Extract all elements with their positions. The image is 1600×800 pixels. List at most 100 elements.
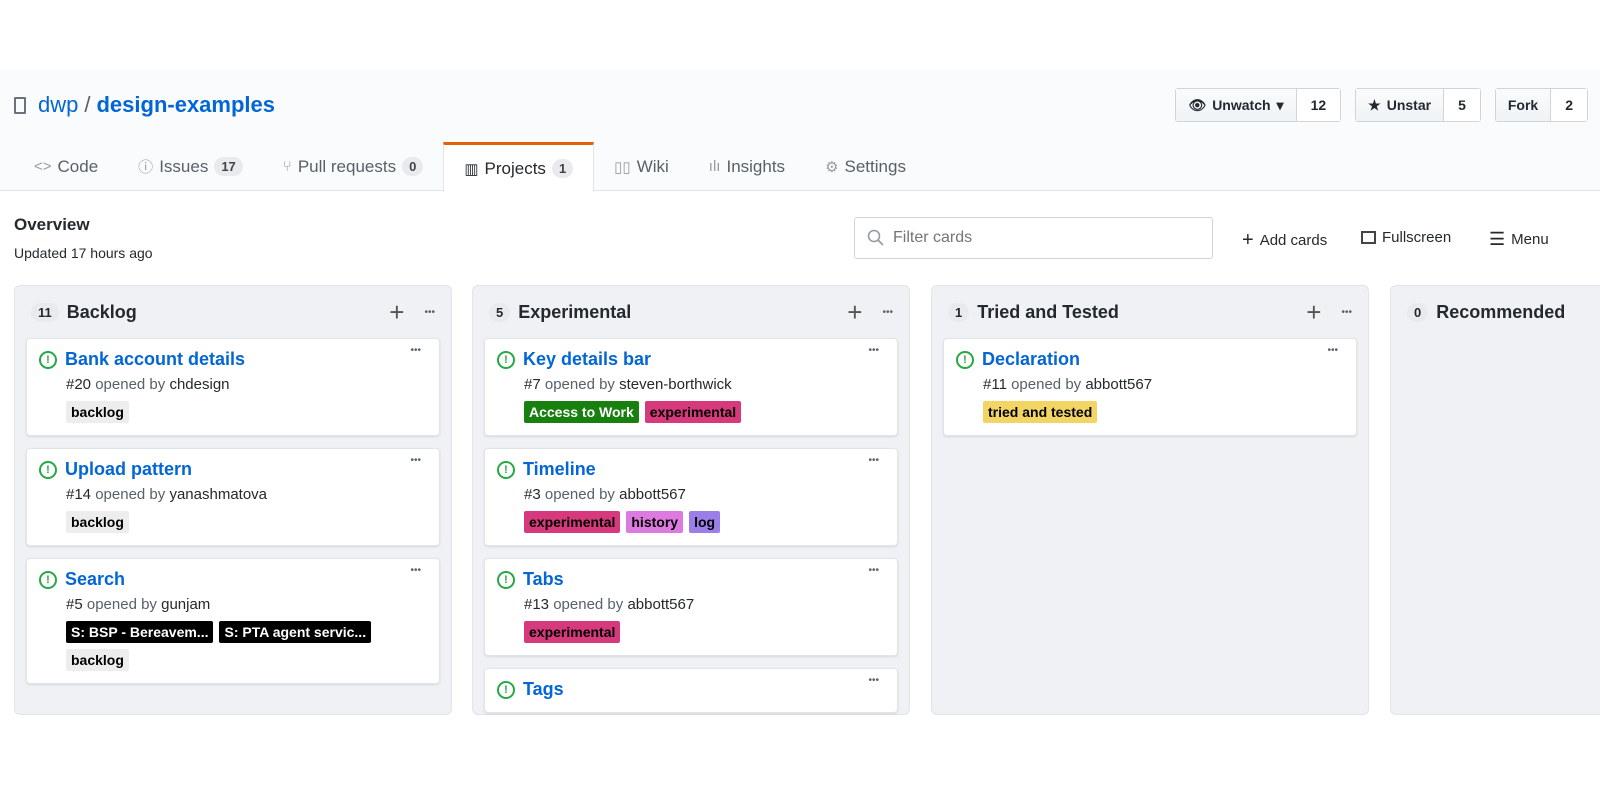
issue-card[interactable]: •••! Upload pattern #14 opened by yanashma… (26, 448, 440, 546)
tab-pull-requests[interactable]: ⑂ Pull requests 0 (263, 142, 444, 191)
label[interactable]: S: BSP - Bereavem... (66, 621, 214, 643)
unstar-button[interactable]: ★ Unstar (1356, 89, 1445, 121)
fork-count[interactable]: 2 (1551, 89, 1587, 121)
author-link[interactable]: steven-borthwick (619, 376, 732, 393)
issue-opened-icon: ! (497, 680, 515, 699)
card-title-row: ! Bank account details (39, 349, 425, 370)
author-link[interactable]: yanashmatova (169, 486, 267, 503)
column-menu-icon[interactable]: ••• (1341, 307, 1352, 318)
author-link[interactable]: abbott567 (627, 596, 694, 613)
tab-settings[interactable]: ⚙ Settings (805, 142, 926, 191)
card-title-link[interactable]: Tabs (523, 569, 564, 590)
card-menu-icon[interactable]: ••• (868, 455, 879, 466)
label-list: experimental (524, 621, 883, 643)
card-title-link[interactable]: Upload pattern (65, 459, 192, 480)
column-header: 0 Recommended (1391, 286, 1600, 338)
add-card-plus-icon[interactable]: + (847, 297, 862, 328)
repo-icon (14, 96, 26, 114)
repo-header: dwp / design-examples 👁 Unwatch ▾ 12 ★ Unstar… (0, 70, 1600, 192)
menu-button[interactable]: ☰ Menu (1489, 229, 1549, 250)
add-card-plus-icon[interactable]: + (389, 297, 404, 328)
label[interactable]: S: PTA agent servic... (219, 621, 372, 643)
tab-insights[interactable]: ılı Insights (689, 142, 805, 191)
author-link[interactable]: abbott567 (619, 486, 686, 503)
card-title-row: ! Declaration (956, 349, 1342, 370)
card-title-link[interactable]: Bank account details (65, 349, 245, 370)
column-count: 11 (31, 302, 59, 322)
opened-by-text: opened by (86, 596, 157, 613)
opened-by-text: opened by (553, 596, 624, 613)
filter-cards-field[interactable] (854, 217, 1213, 259)
tab-label: Insights (726, 156, 786, 176)
issue-opened-icon: ! (39, 460, 57, 479)
repo-name-link[interactable]: design-examples (96, 92, 275, 118)
issue-card[interactable]: •••! Tags (484, 668, 898, 713)
hamburger-icon: ☰ (1489, 229, 1506, 249)
label[interactable]: tried and tested (983, 401, 1098, 423)
author-link[interactable]: gunjam (161, 596, 210, 613)
issue-opened-icon: ! (497, 350, 515, 369)
opened-by-text: opened by (95, 376, 166, 393)
add-card-plus-icon[interactable]: + (1306, 297, 1321, 328)
card-menu-icon[interactable]: ••• (868, 565, 879, 576)
label[interactable]: experimental (644, 401, 742, 423)
card-menu-icon[interactable]: ••• (410, 455, 421, 466)
label[interactable]: experimental (524, 511, 621, 533)
issue-opened-icon: ! (497, 570, 515, 589)
label-list: backlog (66, 511, 425, 533)
tab-label: Pull requests (297, 156, 397, 176)
card-title-link[interactable]: Tags (523, 679, 564, 700)
gear-icon: ⚙ (825, 158, 839, 176)
card-title-link[interactable]: Declaration (982, 349, 1080, 370)
card-title-link[interactable]: Search (65, 569, 125, 590)
label[interactable]: log (689, 511, 721, 533)
issue-number: #14 (66, 486, 92, 503)
column-menu-icon[interactable]: ••• (882, 307, 893, 318)
author-link[interactable]: abbott567 (1085, 376, 1152, 393)
eye-icon: 👁 (1188, 96, 1207, 113)
label[interactable]: Access to Work (524, 401, 639, 423)
unwatch-count[interactable]: 12 (1296, 89, 1341, 121)
search-icon (867, 229, 884, 246)
issue-card[interactable]: •••! Tabs #13 opened by abbott567 experimen… (484, 558, 898, 656)
label-list: tried and tested (983, 401, 1342, 423)
repo-actions: 👁 Unwatch ▾ 12 ★ Unstar 5 Fork 2 (1175, 88, 1588, 122)
label[interactable]: backlog (66, 649, 129, 671)
card-menu-icon[interactable]: ••• (410, 345, 421, 356)
add-cards-button[interactable]: + Add cards (1242, 229, 1327, 252)
issue-card[interactable]: •••! Declaration #11 opened by abbott567 tr… (943, 338, 1357, 436)
issue-card[interactable]: •••! Timeline #3 opened by abbott567 experi… (484, 448, 898, 546)
column-title: Backlog (66, 301, 137, 322)
issue-card[interactable]: •••! Search #5 opened by gunjam S: BSP - Be… (26, 558, 440, 684)
unwatch-button[interactable]: 👁 Unwatch ▾ (1176, 89, 1297, 121)
column-tried-and-tested: 1 Tried and Tested + ••• •••! Declaration #11 … (931, 285, 1369, 715)
fullscreen-button[interactable]: Fullscreen (1361, 229, 1451, 246)
label[interactable]: experimental (524, 621, 621, 643)
card-menu-icon[interactable]: ••• (868, 345, 879, 356)
tab-code[interactable]: <> Code (14, 142, 118, 191)
filter-cards-input[interactable] (893, 229, 1193, 247)
menu-label: Menu (1511, 231, 1549, 248)
card-title-link[interactable]: Timeline (523, 459, 596, 480)
author-link[interactable]: chdesign (169, 376, 229, 393)
column-title: Experimental (518, 301, 632, 322)
repo-nav-tabs: <> Code ⓘ Issues 17 ⑂ Pull requests 0 ▥ Projects 1… (14, 142, 926, 192)
issue-card[interactable]: •••! Key details bar #7 opened by steven-b… (484, 338, 898, 436)
label[interactable]: history (626, 511, 684, 533)
unstar-count[interactable]: 5 (1444, 89, 1480, 121)
card-menu-icon[interactable]: ••• (868, 675, 879, 686)
issue-card[interactable]: •••! Bank account details #20 opened by ch… (26, 338, 440, 436)
repo-owner-link[interactable]: dwp (38, 92, 78, 118)
label[interactable]: backlog (66, 511, 129, 533)
card-menu-icon[interactable]: ••• (1327, 345, 1338, 356)
issue-number: #5 (66, 596, 83, 613)
fork-button[interactable]: Fork (1495, 89, 1552, 121)
card-title-link[interactable]: Key details bar (523, 349, 651, 370)
card-menu-icon[interactable]: ••• (410, 565, 421, 576)
label[interactable]: backlog (66, 401, 129, 423)
tab-wiki[interactable]: ▯▯ Wiki (594, 142, 689, 191)
column-menu-icon[interactable]: ••• (424, 307, 435, 318)
label-list: S: BSP - Bereavem... S: PTA agent servic.… (66, 621, 425, 671)
tab-issues[interactable]: ⓘ Issues 17 (118, 142, 263, 191)
tab-projects[interactable]: ▥ Projects 1 (443, 142, 595, 192)
